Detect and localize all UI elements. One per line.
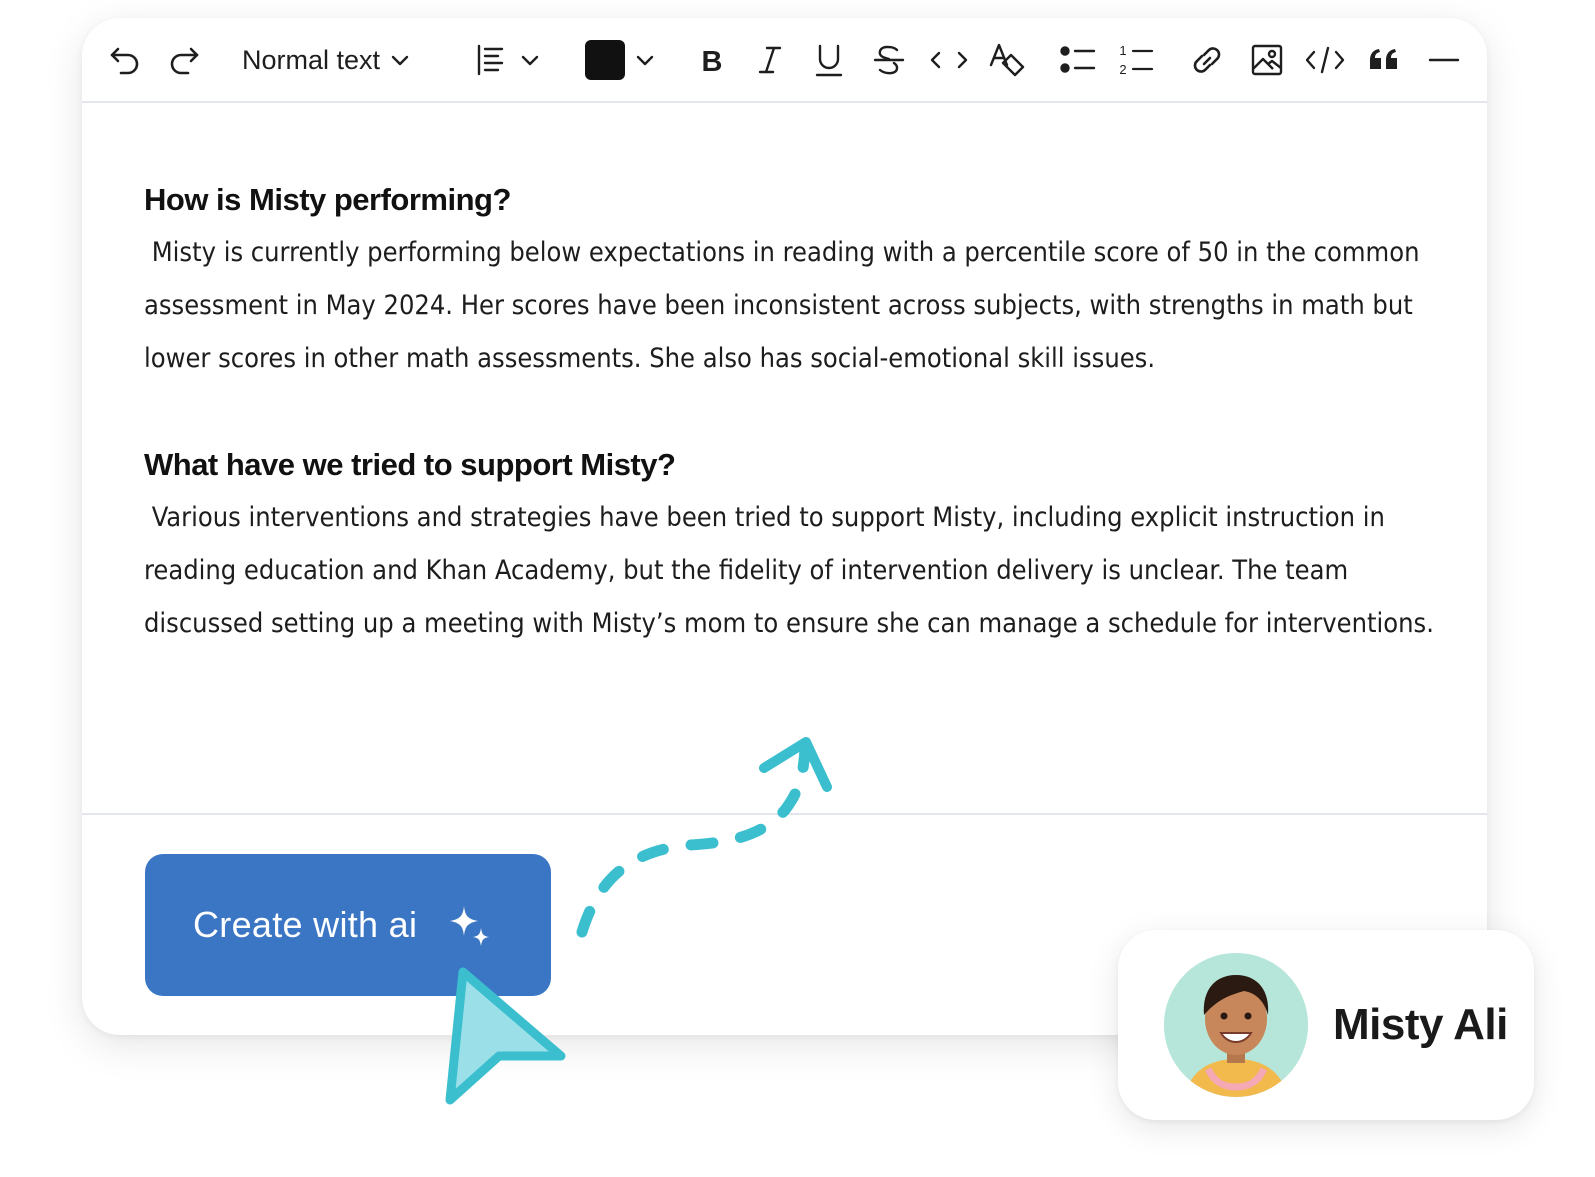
code-block-icon bbox=[1305, 46, 1345, 74]
redo-button[interactable] bbox=[166, 39, 202, 81]
italic-icon bbox=[758, 46, 782, 74]
numbered-list-button[interactable]: 12 bbox=[1118, 39, 1156, 81]
underline-icon bbox=[815, 44, 843, 77]
chevron-down-icon bbox=[636, 55, 654, 66]
image-button[interactable] bbox=[1248, 39, 1286, 81]
student-profile-card[interactable]: Misty Ali bbox=[1118, 930, 1534, 1120]
create-with-ai-label: Create with ai bbox=[193, 904, 418, 945]
inline-code-icon bbox=[930, 51, 968, 69]
italic-button[interactable] bbox=[753, 39, 787, 81]
inline-code-button[interactable] bbox=[927, 39, 971, 81]
svg-text:B: B bbox=[702, 46, 723, 77]
chevron-down-icon bbox=[521, 55, 539, 66]
text-color-dropdown[interactable] bbox=[585, 39, 657, 81]
image-icon bbox=[1251, 44, 1283, 76]
undo-icon bbox=[110, 47, 139, 75]
redo-icon bbox=[170, 47, 199, 75]
footer-divider bbox=[82, 813, 1487, 815]
document-content[interactable]: How is Misty performing? Misty is curren… bbox=[144, 173, 1434, 650]
align-left-icon bbox=[477, 44, 504, 76]
student-name: Misty Ali bbox=[1333, 1000, 1508, 1049]
align-dropdown[interactable] bbox=[476, 39, 546, 81]
editor-toolbar: Normal text B 1 2 bbox=[82, 18, 1487, 103]
blockquote-button[interactable] bbox=[1366, 39, 1402, 81]
text-color-swatch bbox=[585, 40, 625, 80]
strikethrough-button[interactable] bbox=[871, 39, 907, 81]
bullet-list-icon bbox=[1060, 46, 1096, 73]
clear-format-icon bbox=[989, 43, 1025, 77]
clear-format-button[interactable] bbox=[987, 39, 1027, 81]
section-body: Misty is currently performing below expe… bbox=[144, 237, 1428, 374]
section-heading: What have we tried to support Misty? bbox=[144, 447, 676, 482]
undo-button[interactable] bbox=[107, 39, 143, 81]
horizontal-rule-icon bbox=[1428, 58, 1460, 62]
bullet-list-button[interactable] bbox=[1060, 39, 1098, 81]
code-block-button[interactable] bbox=[1303, 39, 1347, 81]
underline-button[interactable] bbox=[811, 39, 847, 81]
avatar bbox=[1164, 953, 1308, 1097]
blockquote-icon bbox=[1370, 49, 1397, 69]
chevron-down-icon bbox=[391, 55, 409, 66]
editor-card: Normal text B 1 2 How is Misty performin… bbox=[82, 18, 1487, 1035]
strikethrough-icon bbox=[873, 45, 905, 75]
link-button[interactable] bbox=[1185, 39, 1229, 81]
svg-text:1: 1 bbox=[1119, 43, 1126, 58]
text-style-value: Normal text bbox=[242, 44, 381, 75]
horizontal-rule-button[interactable] bbox=[1426, 39, 1462, 81]
section-heading: How is Misty performing? bbox=[144, 182, 511, 217]
bold-button[interactable]: B bbox=[695, 39, 729, 81]
sparkles-icon bbox=[450, 906, 490, 946]
student-photo bbox=[1164, 953, 1308, 1097]
svg-text:2: 2 bbox=[1119, 62, 1126, 77]
bold-icon: B bbox=[702, 46, 723, 77]
link-icon bbox=[1193, 47, 1221, 73]
numbered-list-icon: 12 bbox=[1119, 43, 1154, 77]
create-with-ai-button[interactable]: Create with ai bbox=[145, 854, 551, 996]
text-style-dropdown[interactable]: Normal text bbox=[242, 39, 432, 81]
section-body: Various interventions and strategies hav… bbox=[144, 502, 1434, 639]
